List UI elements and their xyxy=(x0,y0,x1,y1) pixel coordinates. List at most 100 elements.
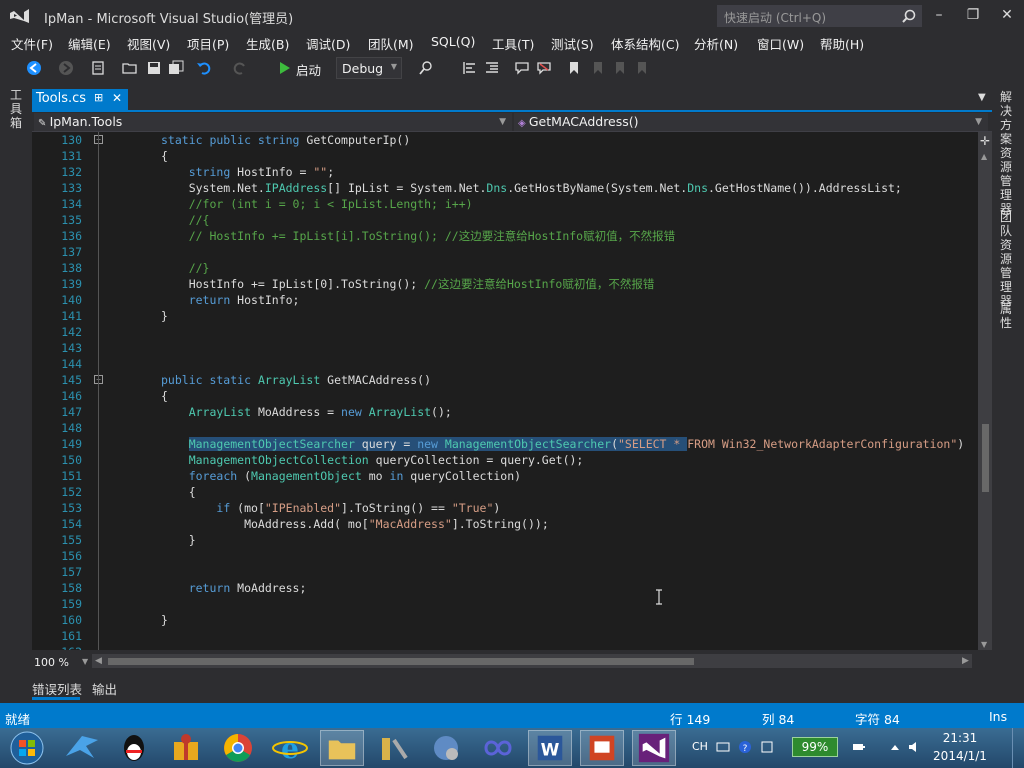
menu-architecture[interactable]: 体系结构(C) xyxy=(611,34,679,53)
ie-icon[interactable]: e xyxy=(268,730,312,766)
previous-bookmark-icon[interactable] xyxy=(590,60,606,76)
scroll-up-icon[interactable]: ▲ xyxy=(981,152,987,161)
word-icon[interactable]: W xyxy=(528,730,572,766)
menu-sql[interactable]: SQL(Q) xyxy=(431,34,475,49)
type-dropdown[interactable]: ✎ IpMan.Tools ▼ xyxy=(34,113,512,131)
team-explorer-tab[interactable]: 团队资源管理器 xyxy=(1000,210,1016,308)
clear-bookmarks-icon[interactable] xyxy=(634,60,650,76)
code-line[interactable]: 149 ManagementObjectSearcher query = new… xyxy=(32,436,978,452)
code-line[interactable]: 130−static public string GetComputerIp() xyxy=(32,132,978,148)
search-icon[interactable] xyxy=(902,9,916,23)
clock-date[interactable]: 2014/1/1 xyxy=(930,749,990,763)
code-line[interactable]: 145−public static ArrayList GetMACAddres… xyxy=(32,372,978,388)
menu-help[interactable]: 帮助(H) xyxy=(820,34,864,53)
minimize-button[interactable]: – xyxy=(928,4,950,26)
menu-debug[interactable]: 调试(D) xyxy=(306,34,350,53)
menu-edit[interactable]: 编辑(E) xyxy=(68,34,111,53)
code-line[interactable]: 152 { xyxy=(32,484,978,500)
pin-icon[interactable]: ⊞ xyxy=(94,91,103,104)
member-dropdown[interactable]: ◈ GetMACAddress() ▼ xyxy=(514,113,988,131)
solution-configuration-dropdown[interactable]: Debug ▼ xyxy=(336,57,402,79)
vertical-scrollbar[interactable] xyxy=(978,132,992,650)
code-line[interactable]: 159 xyxy=(32,596,978,612)
code-line[interactable]: 133 System.Net.IPAddress[] IpList = Syst… xyxy=(32,180,978,196)
save-icon[interactable] xyxy=(146,60,162,76)
toolbox-icon[interactable] xyxy=(372,730,416,766)
code-line[interactable]: 138 //} xyxy=(32,260,978,276)
close-tab-icon[interactable]: ✕ xyxy=(112,91,122,105)
menu-window[interactable]: 窗口(W) xyxy=(757,34,804,53)
code-line[interactable]: 148 xyxy=(32,420,978,436)
volume-icon[interactable] xyxy=(908,740,922,754)
show-desktop-button[interactable] xyxy=(1012,728,1024,768)
code-line[interactable]: 157 xyxy=(32,564,978,580)
solution-explorer-tab[interactable]: 解决方案资源管理器 xyxy=(1000,90,1016,216)
start-debug-label[interactable]: 启动 xyxy=(296,60,321,79)
scroll-left-icon[interactable]: ◀ xyxy=(95,656,102,666)
restore-button[interactable]: ❐ xyxy=(962,4,984,26)
code-line[interactable]: 131 { xyxy=(32,148,978,164)
open-file-icon[interactable] xyxy=(122,60,138,76)
split-window-icon[interactable]: ✛ xyxy=(980,134,990,148)
visual-studio-icon[interactable] xyxy=(632,730,676,766)
tab-error-list[interactable]: 错误列表 xyxy=(32,679,82,698)
code-line[interactable]: 154 MoAddress.Add( mo["MacAddress"].ToSt… xyxy=(32,516,978,532)
menu-analyze[interactable]: 分析(N) xyxy=(694,34,738,53)
code-line[interactable]: 160} xyxy=(32,612,978,628)
next-bookmark-icon[interactable] xyxy=(612,60,628,76)
indent-icon[interactable] xyxy=(484,60,500,76)
keyboard-icon[interactable] xyxy=(716,740,730,754)
toolbox-tab[interactable]: 工具箱 xyxy=(10,88,26,130)
code-line[interactable]: 155 } xyxy=(32,532,978,548)
menu-team[interactable]: 团队(M) xyxy=(368,34,414,53)
ime-indicator[interactable]: CH xyxy=(692,740,708,753)
code-line[interactable]: 153 if (mo["IPEnabled"].ToString() == "T… xyxy=(32,500,978,516)
properties-tab[interactable]: 属性 xyxy=(1000,302,1016,330)
code-line[interactable]: 144 xyxy=(32,356,978,372)
zoom-level-dropdown[interactable]: 100 % ▼ xyxy=(34,656,90,669)
file-explorer-icon[interactable] xyxy=(320,730,364,766)
quick-launch-input[interactable]: 快速启动 (Ctrl+Q) xyxy=(717,5,922,27)
code-line[interactable]: 139 HostInfo += IpList[0].ToString(); //… xyxy=(32,276,978,292)
navigate-forward-icon[interactable] xyxy=(58,60,74,76)
tab-list-dropdown-icon[interactable]: ▼ xyxy=(978,92,986,103)
code-line[interactable]: 150 ManagementObjectCollection queryColl… xyxy=(32,452,978,468)
globe-icon[interactable] xyxy=(424,730,468,766)
menu-file[interactable]: 文件(F) xyxy=(11,34,53,53)
code-line[interactable]: 140 return HostInfo; xyxy=(32,292,978,308)
close-button[interactable]: ✕ xyxy=(996,4,1018,26)
comment-icon[interactable] xyxy=(514,60,530,76)
navigate-back-icon[interactable] xyxy=(26,60,42,76)
code-line[interactable]: 132 string HostInfo = ""; xyxy=(32,164,978,180)
redo-icon[interactable] xyxy=(232,60,248,76)
start-debug-icon[interactable] xyxy=(276,60,292,76)
start-orb-icon[interactable] xyxy=(8,730,46,766)
undo-icon[interactable] xyxy=(196,60,212,76)
code-line[interactable]: 143 xyxy=(32,340,978,356)
menu-tools[interactable]: 工具(T) xyxy=(492,34,534,53)
clock-time[interactable]: 21:31 xyxy=(930,731,990,745)
battery-indicator[interactable]: 99% xyxy=(792,737,838,757)
menu-test[interactable]: 测试(S) xyxy=(551,34,594,53)
help-icon[interactable]: ? xyxy=(738,740,752,754)
falcon-icon[interactable] xyxy=(60,730,104,766)
menu-build[interactable]: 生成(B) xyxy=(246,34,289,53)
code-line[interactable]: 135 //{ xyxy=(32,212,978,228)
scroll-down-icon[interactable]: ▼ xyxy=(981,640,987,649)
horizontal-scroll-thumb[interactable] xyxy=(108,658,694,665)
code-line[interactable]: 146 { xyxy=(32,388,978,404)
infinity-icon[interactable] xyxy=(476,730,520,766)
save-all-icon[interactable] xyxy=(168,60,184,76)
code-line[interactable]: 141} xyxy=(32,308,978,324)
powerpoint-icon[interactable] xyxy=(580,730,624,766)
menu-view[interactable]: 视图(V) xyxy=(127,34,170,53)
code-line[interactable]: 137 xyxy=(32,244,978,260)
align-left-icon[interactable] xyxy=(462,60,478,76)
tab-tools-cs[interactable]: Tools.cs ⊞ ✕ xyxy=(32,89,128,110)
vertical-scroll-thumb[interactable] xyxy=(982,424,989,492)
tab-output[interactable]: 输出 xyxy=(92,679,117,698)
bookmark-icon[interactable] xyxy=(566,60,582,76)
code-line[interactable]: 162 xyxy=(32,644,978,650)
find-icon[interactable] xyxy=(418,60,434,76)
new-project-icon[interactable] xyxy=(90,60,106,76)
